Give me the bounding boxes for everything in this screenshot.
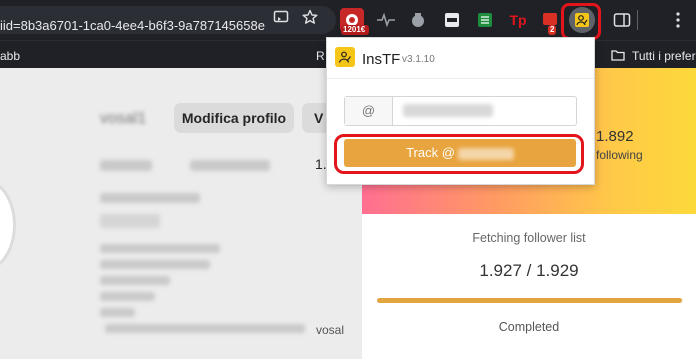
popup-version: v3.1.10 (402, 54, 435, 65)
at-prefix: @ (345, 97, 393, 125)
puzzle-gear-icon[interactable] (406, 8, 430, 32)
bookmark-all-favorites[interactable]: Tutti i preferiti (632, 49, 696, 63)
instf-popup: InsTF v3.1.10 @ Track @ (326, 37, 595, 185)
extension-tp-icon[interactable]: Tp (506, 8, 530, 32)
edit-profile-button[interactable]: Modifica profilo (174, 103, 294, 133)
tp-label: Tp (509, 12, 527, 28)
profile-link-fragment[interactable]: vosal (316, 323, 344, 337)
more-vertical-icon[interactable] (666, 8, 690, 32)
popup-title: InsTF (362, 51, 401, 68)
extension-highlight (561, 3, 601, 40)
sidepanel-icon[interactable] (610, 8, 634, 32)
track-username-redacted (457, 147, 514, 160)
cast-icon[interactable] (271, 9, 291, 29)
extension-badge-1201[interactable]: 1201€ (340, 8, 369, 35)
fetch-progress-bar (377, 298, 683, 303)
bookmark-item-partial[interactable]: R (316, 49, 325, 63)
profile-avatar[interactable] (0, 178, 16, 272)
following-count: 1.892 (596, 128, 634, 145)
instagram-profile-background: vosal1 Modifica profilo V 1. vosal (0, 68, 362, 359)
profile-stat-fragment: 1. (315, 156, 327, 172)
bookmark-item-left[interactable]: abb (0, 49, 20, 63)
extension-badge-text: 1201€ (341, 25, 369, 35)
completed-label: Completed (498, 320, 560, 334)
pulse-icon[interactable] (374, 8, 398, 32)
extension-green-icon[interactable] (473, 8, 497, 32)
instf-logo-icon (335, 47, 355, 67)
extension-badge-2[interactable]: 2 (538, 8, 562, 35)
browser-toolbar: iid=8b3a6701-1ca0-4ee4-b6f3-9a787145658e… (0, 0, 696, 40)
popup-divider (327, 78, 594, 79)
profile-username: vosal1 (100, 110, 147, 127)
toolbar-divider (637, 10, 638, 30)
username-value-redacted (403, 104, 493, 117)
fetch-progress-fill (377, 298, 683, 303)
fetch-status-label: Fetching follower list (472, 231, 586, 245)
username-input[interactable]: @ (344, 96, 577, 126)
track-button-label: Track @ (406, 145, 455, 160)
fetch-status-card: Fetching follower list 1.927 / 1.929 Com… (362, 218, 696, 359)
url-text[interactable]: iid=8b3a6701-1ca0-4ee4-b6f3-9a787145658e (0, 18, 265, 33)
following-label: following (596, 148, 643, 162)
following-stat: 1.892 following (596, 128, 696, 162)
extension-badge-count: 2 (548, 25, 557, 35)
extension-dark-icon[interactable] (440, 8, 464, 32)
star-icon[interactable] (300, 9, 320, 29)
track-button[interactable]: Track @ (344, 139, 576, 167)
fetch-count: 1.927 / 1.929 (479, 261, 579, 280)
folder-icon (611, 48, 625, 66)
